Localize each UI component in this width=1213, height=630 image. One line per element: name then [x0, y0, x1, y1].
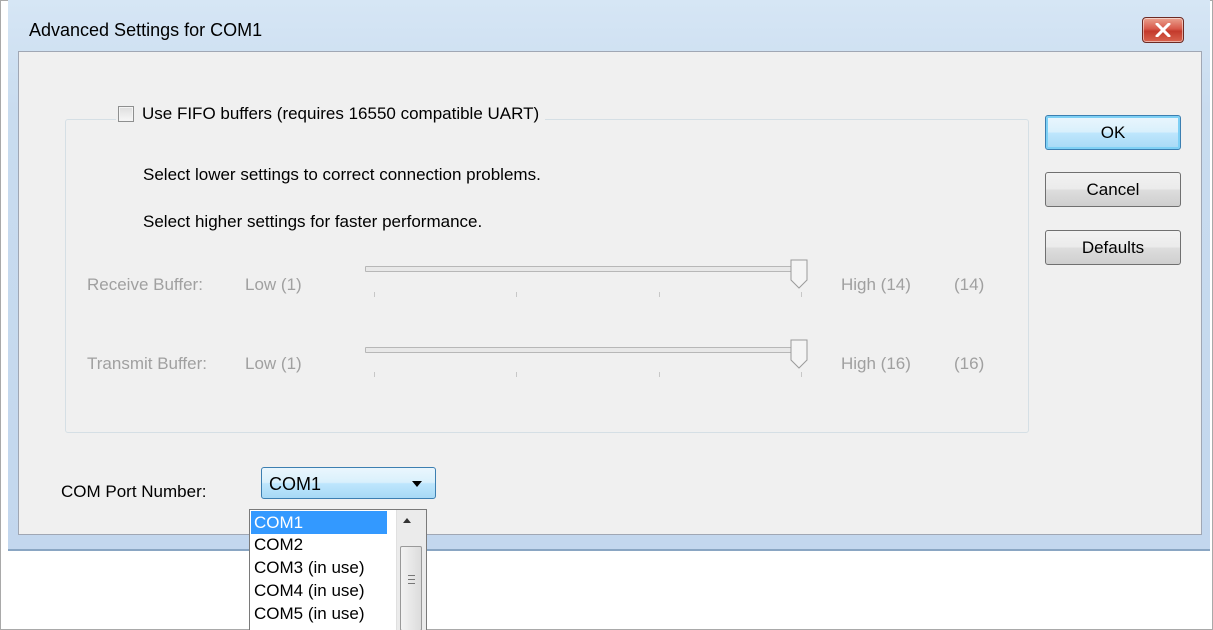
hint-lower-text: Select lower settings to correct connect… — [143, 165, 541, 184]
grip-line — [408, 583, 415, 584]
grip-line — [408, 575, 415, 576]
transmit-low-label: Low (1) — [245, 354, 302, 373]
chevron-down-icon[interactable] — [412, 481, 422, 487]
transmit-tick — [801, 372, 802, 377]
transmit-tick — [516, 372, 517, 377]
close-button[interactable] — [1142, 17, 1184, 43]
receive-tick — [516, 292, 517, 297]
list-item[interactable]: COM4 (in use) — [254, 581, 365, 601]
fifo-checkbox-row[interactable]: Use FIFO buffers (requires 16550 compati… — [116, 104, 546, 124]
dropdown-scrollbar[interactable] — [396, 510, 426, 630]
list-item[interactable]: COM3 (in use) — [254, 558, 365, 578]
list-item[interactable]: COM5 (in use) — [254, 604, 365, 624]
com-port-selected-value: COM1 — [269, 474, 322, 494]
dialog-window: Advanced Settings for COM1 Use FIFO buff… — [8, 0, 1210, 551]
transmit-tick — [374, 372, 375, 377]
scroll-up-icon[interactable] — [403, 518, 411, 523]
defaults-button[interactable]: Defaults — [1045, 230, 1181, 265]
com-port-select[interactable]: COM1 — [261, 467, 436, 499]
ok-button[interactable]: OK — [1045, 115, 1181, 150]
dialog-client-area: Use FIFO buffers (requires 16550 compati… — [18, 51, 1202, 535]
fifo-checkbox[interactable] — [118, 106, 134, 122]
receive-tick — [659, 292, 660, 297]
receive-tick — [801, 292, 802, 297]
grip-line — [408, 579, 415, 580]
receive-buffer-label: Receive Buffer: — [87, 275, 203, 294]
cancel-button[interactable]: Cancel — [1045, 172, 1181, 207]
receive-slider-track[interactable] — [365, 266, 807, 272]
transmit-current-value: (16) — [954, 354, 985, 373]
transmit-high-label: High (16) — [841, 354, 911, 373]
scrollbar-thumb[interactable] — [400, 546, 422, 630]
close-icon — [1155, 23, 1171, 37]
transmit-slider-thumb[interactable] — [790, 339, 808, 369]
list-item[interactable]: COM2 — [254, 535, 303, 555]
transmit-buffer-label: Transmit Buffer: — [87, 354, 207, 373]
hint-higher-text: Select higher settings for faster perfor… — [143, 212, 483, 231]
receive-current-value: (14) — [954, 275, 985, 294]
fifo-label: Use FIFO buffers (requires 16550 compati… — [142, 104, 540, 123]
com-port-label: COM Port Number: — [61, 482, 207, 501]
receive-low-label: Low (1) — [245, 275, 302, 294]
receive-high-label: High (14) — [841, 275, 911, 294]
transmit-tick — [659, 372, 660, 377]
list-item[interactable]: COM1 — [251, 511, 387, 534]
receive-tick — [374, 292, 375, 297]
receive-slider-thumb[interactable] — [790, 259, 808, 289]
transmit-slider-track[interactable] — [365, 347, 807, 353]
com-port-dropdown-list: COM1 COM2 COM3 (in use) COM4 (in use) CO… — [249, 509, 427, 630]
dialog-title: Advanced Settings for COM1 — [29, 20, 263, 40]
